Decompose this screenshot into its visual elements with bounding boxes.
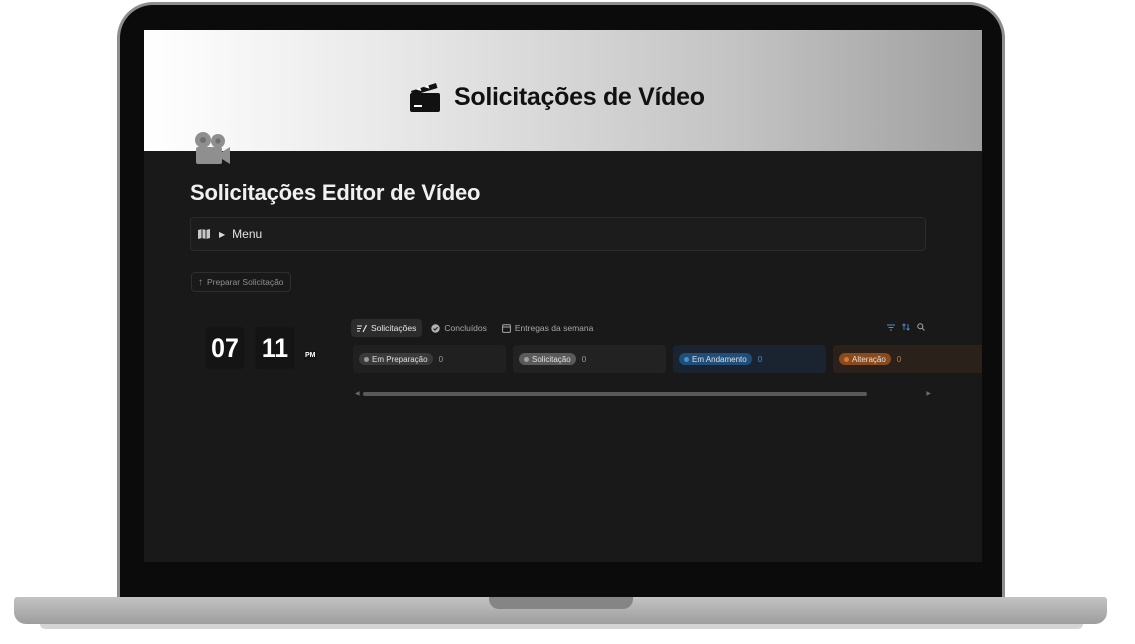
status-label: Solicitação [532, 354, 571, 364]
clock-period: PM [304, 351, 317, 360]
status-label: Alteração [852, 354, 886, 364]
horizontal-scrollbar[interactable]: ◀ ▶ [355, 390, 931, 398]
menu-callout[interactable]: ▶ Menu [190, 217, 926, 251]
column-count: 0 [896, 354, 902, 364]
flip-clock-widget: 07 11 PM [202, 327, 324, 369]
cover-title: Solicitações de Vídeo [408, 80, 705, 114]
board-columns: Em Preparação 0 Solicitação 0 Em Andamento 0 A… [353, 345, 982, 373]
status-dot-icon [684, 356, 689, 362]
clapperboard-icon [410, 83, 440, 112]
page-cover[interactable]: Solicitações de Vídeo [144, 30, 982, 151]
status-pill[interactable]: Em Preparação [359, 353, 433, 365]
sort-icon[interactable] [902, 323, 910, 331]
calendar-icon [501, 323, 511, 333]
page-title: Solicitações Editor de Vídeo [190, 180, 481, 205]
tab-concluidos[interactable]: Concluídos [425, 319, 493, 337]
column-count: 0 [757, 354, 763, 364]
check-circle-icon [431, 323, 441, 333]
tab-label: Concluídos [444, 323, 487, 333]
arrow-up-icon: ↑ [198, 276, 203, 288]
prepare-request-label: Preparar Solicitação [207, 277, 284, 287]
status-label: Em Preparação [372, 354, 428, 364]
column-count: 0 [438, 354, 444, 364]
board-column[interactable]: Alteração 0 [833, 345, 982, 373]
cover-title-text: Solicitações de Vídeo [454, 82, 705, 111]
tab-solicitacoes[interactable]: Solicitações [351, 319, 423, 337]
status-pill[interactable]: Solicitação [519, 353, 576, 365]
tab-label: Entregas da semana [514, 323, 594, 333]
board-column[interactable]: Solicitação 0 [513, 345, 666, 373]
scroll-right-arrow-icon[interactable]: ▶ [926, 390, 931, 398]
board-column[interactable]: Em Andamento 0 [673, 345, 826, 373]
tab-entregas-da-semana[interactable]: Entregas da semana [496, 319, 599, 337]
app-screen: Solicitações de Vídeo Solicitações Edito… [144, 30, 982, 562]
database-toolbar [887, 323, 925, 331]
status-dot-icon [364, 356, 369, 362]
list-edit-icon [357, 324, 367, 332]
clock-hours: 07 [205, 327, 245, 369]
prepare-request-button[interactable]: ↑ Preparar Solicitação [191, 272, 291, 292]
toggle-triangle-icon[interactable]: ▶ [219, 230, 225, 239]
laptop-notch [489, 597, 633, 609]
scroll-left-arrow-icon[interactable]: ◀ [355, 390, 360, 398]
clock-minutes: 11 [255, 327, 295, 369]
status-dot-icon [524, 356, 529, 362]
column-count: 0 [581, 354, 587, 364]
board-column[interactable]: Em Preparação 0 [353, 345, 506, 373]
database-view-tabs: Solicitações Concluídos Entregas da sema… [351, 319, 599, 337]
status-pill[interactable]: Em Andamento [679, 353, 752, 365]
status-pill[interactable]: Alteração [839, 353, 891, 365]
scrollbar-thumb[interactable] [363, 392, 867, 396]
movie-camera-icon[interactable] [192, 130, 232, 168]
laptop-base-shadow [40, 624, 1083, 629]
filter-icon[interactable] [887, 324, 895, 331]
map-icon [198, 229, 210, 239]
menu-toggle-label[interactable]: Menu [232, 227, 262, 241]
status-label: Em Andamento [692, 354, 747, 364]
search-icon[interactable] [917, 323, 925, 331]
status-dot-icon [844, 356, 849, 362]
tab-label: Solicitações [371, 323, 417, 333]
